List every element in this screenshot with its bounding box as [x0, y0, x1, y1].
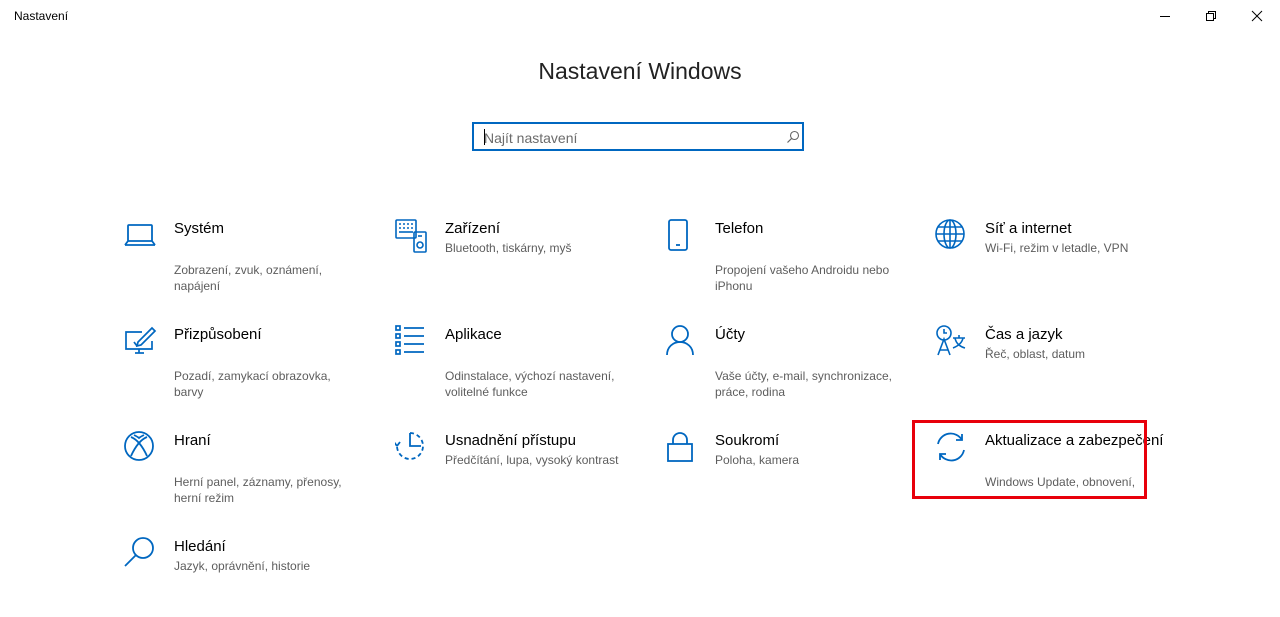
- category-title: Hledání: [174, 538, 226, 555]
- close-icon: [1251, 10, 1263, 22]
- search-box[interactable]: [472, 122, 804, 151]
- minimize-icon: [1160, 16, 1170, 17]
- app-title: Nastavení: [14, 9, 69, 23]
- search-icon: [124, 537, 158, 571]
- lock-icon: [665, 431, 699, 465]
- category-description: Windows Update, obnovení,: [985, 475, 1136, 489]
- category-description: Vaše účty, e-mail, synchronizace, práce,…: [715, 369, 892, 399]
- category-description: Poloha, kamera: [715, 453, 800, 467]
- category-privacy[interactable]: Soukromí Poloha, kamera: [665, 431, 895, 511]
- category-title: Čas a jazyk: [985, 326, 1063, 343]
- category-update-security[interactable]: Aktualizace a zabezpečení Windows Update…: [935, 431, 1165, 511]
- category-title: Systém: [174, 220, 225, 237]
- search-icon[interactable]: [786, 130, 800, 144]
- category-description: Odinstalace, výchozí nastavení, voliteln…: [445, 369, 615, 399]
- person-icon: [665, 325, 699, 359]
- close-button[interactable]: [1234, 0, 1280, 32]
- category-title: Usnadnění přístupu: [445, 432, 576, 449]
- search-input[interactable]: [484, 128, 774, 147]
- category-description: Jazyk, oprávnění, historie: [174, 559, 311, 573]
- category-description: Herní panel, záznamy, přenosy, herní rež…: [174, 475, 342, 505]
- text-caret: [484, 129, 485, 145]
- globe-icon: [935, 219, 969, 253]
- phone-icon: [665, 219, 699, 253]
- category-system[interactable]: Systém Zobrazení, zvuk, oznámení, napáje…: [124, 219, 354, 299]
- page-title: Nastavení Windows: [538, 58, 742, 84]
- apps-list-icon: [395, 325, 429, 359]
- category-description: Řeč, oblast, datum: [985, 347, 1086, 361]
- category-title: Aktualizace a zabezpečení: [985, 432, 1164, 449]
- category-description: Předčítání, lupa, vysoký kontrast: [445, 453, 619, 467]
- ease-of-access-icon: [395, 431, 429, 465]
- category-title: Telefon: [715, 220, 764, 237]
- category-title: Účty: [715, 326, 745, 343]
- category-phone[interactable]: Telefon Propojení vašeho Androidu nebo i…: [665, 219, 895, 299]
- category-devices[interactable]: Zařízení Bluetooth, tiskárny, myš: [395, 219, 625, 299]
- category-title: Hraní: [174, 432, 211, 449]
- restore-icon: [1206, 11, 1216, 21]
- category-description: Propojení vašeho Androidu nebo iPhonu: [715, 263, 890, 293]
- xbox-icon: [124, 431, 158, 465]
- sync-icon: [935, 431, 969, 465]
- category-gaming[interactable]: Hraní Herní panel, záznamy, přenosy, her…: [124, 431, 354, 511]
- category-title: Síť a internet: [985, 220, 1072, 237]
- category-apps[interactable]: Aplikace Odinstalace, výchozí nastavení,…: [395, 325, 625, 405]
- category-title: Aplikace: [445, 326, 502, 343]
- personalization-icon: [124, 325, 158, 359]
- category-title: Zařízení: [445, 220, 501, 237]
- category-description: Bluetooth, tiskárny, myš: [445, 241, 572, 255]
- restore-button[interactable]: [1188, 0, 1234, 32]
- category-title: Soukromí: [715, 432, 780, 449]
- laptop-icon: [124, 219, 158, 253]
- minimize-button[interactable]: [1142, 0, 1188, 32]
- category-time-language[interactable]: Čas a jazyk Řeč, oblast, datum: [935, 325, 1165, 405]
- title-bar: Nastavení: [0, 0, 1280, 32]
- category-title: Přizpůsobení: [174, 326, 262, 343]
- category-search[interactable]: Hledání Jazyk, oprávnění, historie: [124, 537, 354, 617]
- devices-icon: [395, 219, 429, 253]
- category-description: Wi-Fi, režim v letadle, VPN: [985, 241, 1129, 255]
- category-description: Pozadí, zamykací obrazovka, barvy: [174, 369, 331, 399]
- category-ease-of-access[interactable]: Usnadnění přístupu Předčítání, lupa, vys…: [395, 431, 625, 511]
- category-network[interactable]: Síť a internet Wi-Fi, režim v letadle, V…: [935, 219, 1165, 299]
- category-personalization[interactable]: Přizpůsobení Pozadí, zamykací obrazovka,…: [124, 325, 354, 405]
- time-language-icon: [935, 325, 969, 359]
- category-accounts[interactable]: Účty Vaše účty, e-mail, synchronizace, p…: [665, 325, 895, 405]
- category-description: Zobrazení, zvuk, oznámení, napájení: [174, 263, 323, 293]
